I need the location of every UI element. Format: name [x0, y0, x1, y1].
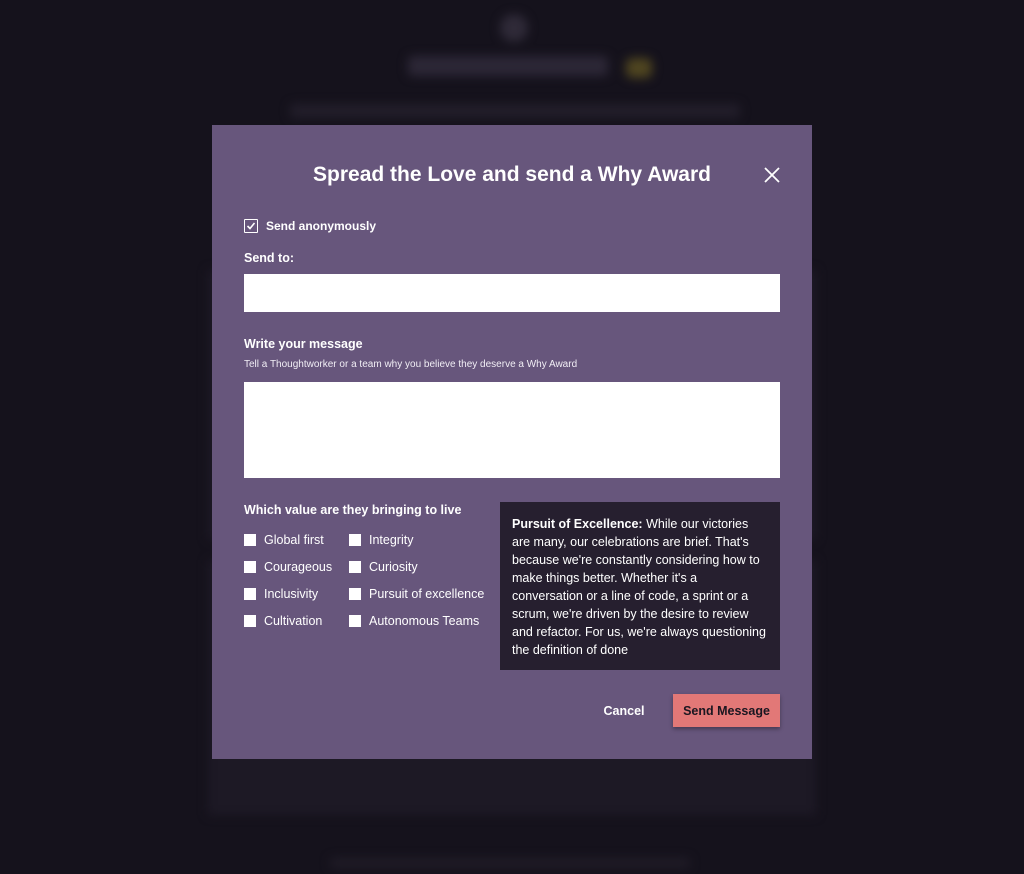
- message-label: Write your message: [244, 337, 363, 351]
- checkbox-box[interactable]: [349, 534, 361, 546]
- send-anonymously-label: Send anonymously: [266, 219, 377, 233]
- send-to-input[interactable]: [244, 274, 780, 312]
- background-emoji: [626, 58, 652, 78]
- checkbox-box[interactable]: [349, 615, 361, 627]
- send-to-label: Send to:: [244, 251, 294, 265]
- value-description-title: Pursuit of Excellence:: [512, 517, 643, 531]
- value-checkbox-global-first[interactable]: Global first: [244, 533, 349, 547]
- value-description-text: While our victories are many, our celebr…: [512, 517, 766, 657]
- value-checkbox-courageous[interactable]: Courageous: [244, 560, 349, 574]
- values-checkbox-group: Global first Integrity Courageous Curios…: [244, 533, 489, 628]
- value-checkbox-cultivation[interactable]: Cultivation: [244, 614, 349, 628]
- value-label: Autonomous Teams: [369, 614, 480, 628]
- modal-title: Spread the Love and send a Why Award: [313, 163, 711, 186]
- background-title: [408, 56, 608, 76]
- value-description-box: Pursuit of Excellence: While our victori…: [500, 502, 780, 670]
- cancel-button[interactable]: Cancel: [594, 694, 654, 727]
- send-anonymously-checkbox[interactable]: Send anonymously: [244, 219, 376, 233]
- checkbox-box[interactable]: [244, 534, 256, 546]
- close-icon: [764, 167, 780, 183]
- message-textarea[interactable]: [244, 382, 780, 478]
- value-label: Curiosity: [369, 560, 418, 574]
- value-label: Inclusivity: [264, 587, 319, 601]
- value-checkbox-autonomous-teams[interactable]: Autonomous Teams: [349, 614, 489, 628]
- why-award-modal: Spread the Love and send a Why Award Sen…: [212, 125, 812, 759]
- checkbox-box[interactable]: [244, 561, 256, 573]
- value-label: Pursuit of excellence: [369, 587, 485, 601]
- checkbox-box[interactable]: [349, 561, 361, 573]
- close-button[interactable]: [762, 165, 782, 185]
- checkbox-box[interactable]: [349, 588, 361, 600]
- background-logo: [500, 14, 528, 42]
- values-label: Which value are they bringing to live: [244, 503, 462, 517]
- send-message-button[interactable]: Send Message: [673, 694, 780, 727]
- background-footer: [330, 858, 690, 868]
- value-label: Courageous: [264, 560, 333, 574]
- value-checkbox-inclusivity[interactable]: Inclusivity: [244, 587, 349, 601]
- checkmark-icon: [246, 222, 256, 230]
- value-label: Cultivation: [264, 614, 323, 628]
- checkbox-box[interactable]: [244, 615, 256, 627]
- background-subtitle: [290, 104, 740, 118]
- checkbox-box[interactable]: [244, 588, 256, 600]
- value-checkbox-curiosity[interactable]: Curiosity: [349, 560, 489, 574]
- value-label: Global first: [264, 533, 324, 547]
- message-hint: Tell a Thoughtworker or a team why you b…: [244, 359, 578, 370]
- value-checkbox-pursuit-of-excellence[interactable]: Pursuit of excellence: [349, 587, 489, 601]
- value-checkbox-integrity[interactable]: Integrity: [349, 533, 489, 547]
- value-label: Integrity: [369, 533, 414, 547]
- anonymous-checkbox-box[interactable]: [244, 219, 258, 233]
